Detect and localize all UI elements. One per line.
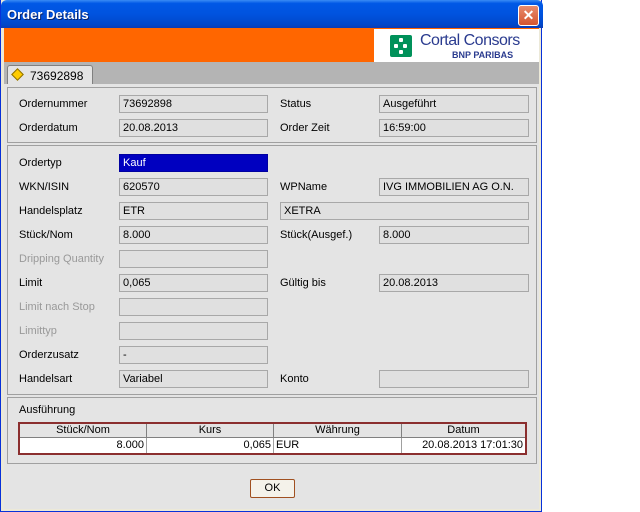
execution-panel: Ausführung Stück/Nom Kurs Währung Datum … [7, 397, 537, 464]
wkn-label: WKN/ISIN [19, 181, 70, 193]
column-header[interactable]: Kurs [147, 424, 274, 438]
orderzusatz-field: - [119, 346, 268, 364]
order-header-panel: Ordernummer 73692898 Status Ausgeführt O… [7, 87, 537, 143]
gueltig-field: 20.08.2013 [379, 274, 529, 292]
table-cell: EUR [274, 438, 402, 453]
brand-name: Cortal Consors [420, 32, 520, 49]
limit-field: 0,065 [119, 274, 268, 292]
table-cell: 0,065 [147, 438, 274, 453]
dialog-body: Cortal Consors BNP PARIBAS 73692898 Orde… [4, 28, 539, 509]
ordernummer-label: Ordernummer [19, 98, 88, 110]
close-button[interactable]: ✕ [518, 5, 539, 26]
ordertyp-label: Ordertyp [19, 157, 62, 169]
handelsplatz-label: Handelsplatz [19, 205, 83, 217]
ordernummer-field: 73692898 [119, 95, 268, 113]
handelsart-label: Handelsart [19, 373, 73, 385]
limittyp-field [119, 322, 268, 340]
ordertyp-field[interactable]: Kauf [119, 154, 268, 172]
order-details-window: Order Details ✕ Cortal Consors BNP PARIB… [0, 0, 543, 512]
column-header[interactable]: Datum [402, 424, 525, 438]
execution-title: Ausführung [19, 404, 76, 416]
order-detail-panel: Ordertyp Kauf WKN/ISIN 620570 WPName IVG… [7, 145, 537, 395]
tab-order[interactable]: 73692898 [7, 65, 93, 84]
wpname-field: IVG IMMOBILIEN AG O.N. [379, 178, 529, 196]
orderzeit-label: Order Zeit [280, 122, 330, 134]
limittyp-label: Limittyp [19, 325, 57, 337]
orderdatum-field: 20.08.2013 [119, 119, 268, 137]
wpname-label: WPName [280, 181, 328, 193]
logo-mark-icon [390, 35, 412, 57]
ok-button[interactable]: OK [250, 479, 295, 498]
tab-strip: 73692898 [4, 62, 539, 84]
execution-table[interactable]: Stück/Nom Kurs Währung Datum 8.000 0,065… [18, 422, 527, 455]
wkn-field: 620570 [119, 178, 268, 196]
orderzusatz-label: Orderzusatz [19, 349, 79, 361]
window-title: Order Details [7, 7, 89, 22]
handelsplatz-field: ETR [119, 202, 268, 220]
stueck-ausgef-field: 8.000 [379, 226, 529, 244]
stueck-field: 8.000 [119, 226, 268, 244]
table-cell: 20.08.2013 17:01:30 [422, 439, 523, 451]
close-icon: ✕ [522, 7, 535, 23]
dripping-label: Dripping Quantity [19, 253, 104, 265]
dripping-field [119, 250, 268, 268]
title-bar[interactable]: Order Details ✕ [1, 0, 543, 28]
status-field: Ausgeführt [379, 95, 529, 113]
orderzeit-field: 16:59:00 [379, 119, 529, 137]
diamond-icon [11, 68, 24, 81]
brand-subtitle: BNP PARIBAS [452, 50, 514, 60]
stueck-ausgef-label: Stück(Ausgef.) [280, 229, 353, 241]
limit-stop-field [119, 298, 268, 316]
konto-label: Konto [280, 373, 309, 385]
brand-logo: Cortal Consors BNP PARIBAS [374, 29, 539, 62]
stueck-label: Stück/Nom [19, 229, 73, 241]
gueltig-label: Gültig bis [280, 277, 326, 289]
brand-banner: Cortal Consors BNP PARIBAS [4, 28, 539, 62]
limit-stop-label: Limit nach Stop [19, 301, 95, 313]
column-header[interactable]: Stück/Nom [20, 424, 147, 438]
orderdatum-label: Orderdatum [19, 122, 78, 134]
status-label: Status [280, 98, 312, 110]
handelsplatz-name-field: XETRA [280, 202, 529, 220]
limit-label: Limit [19, 277, 43, 289]
table-cell: 8.000 [20, 438, 147, 453]
tab-label: 73692898 [30, 69, 84, 83]
handelsart-field: Variabel [119, 370, 268, 388]
column-header[interactable]: Währung [274, 424, 402, 438]
konto-field [379, 370, 529, 388]
